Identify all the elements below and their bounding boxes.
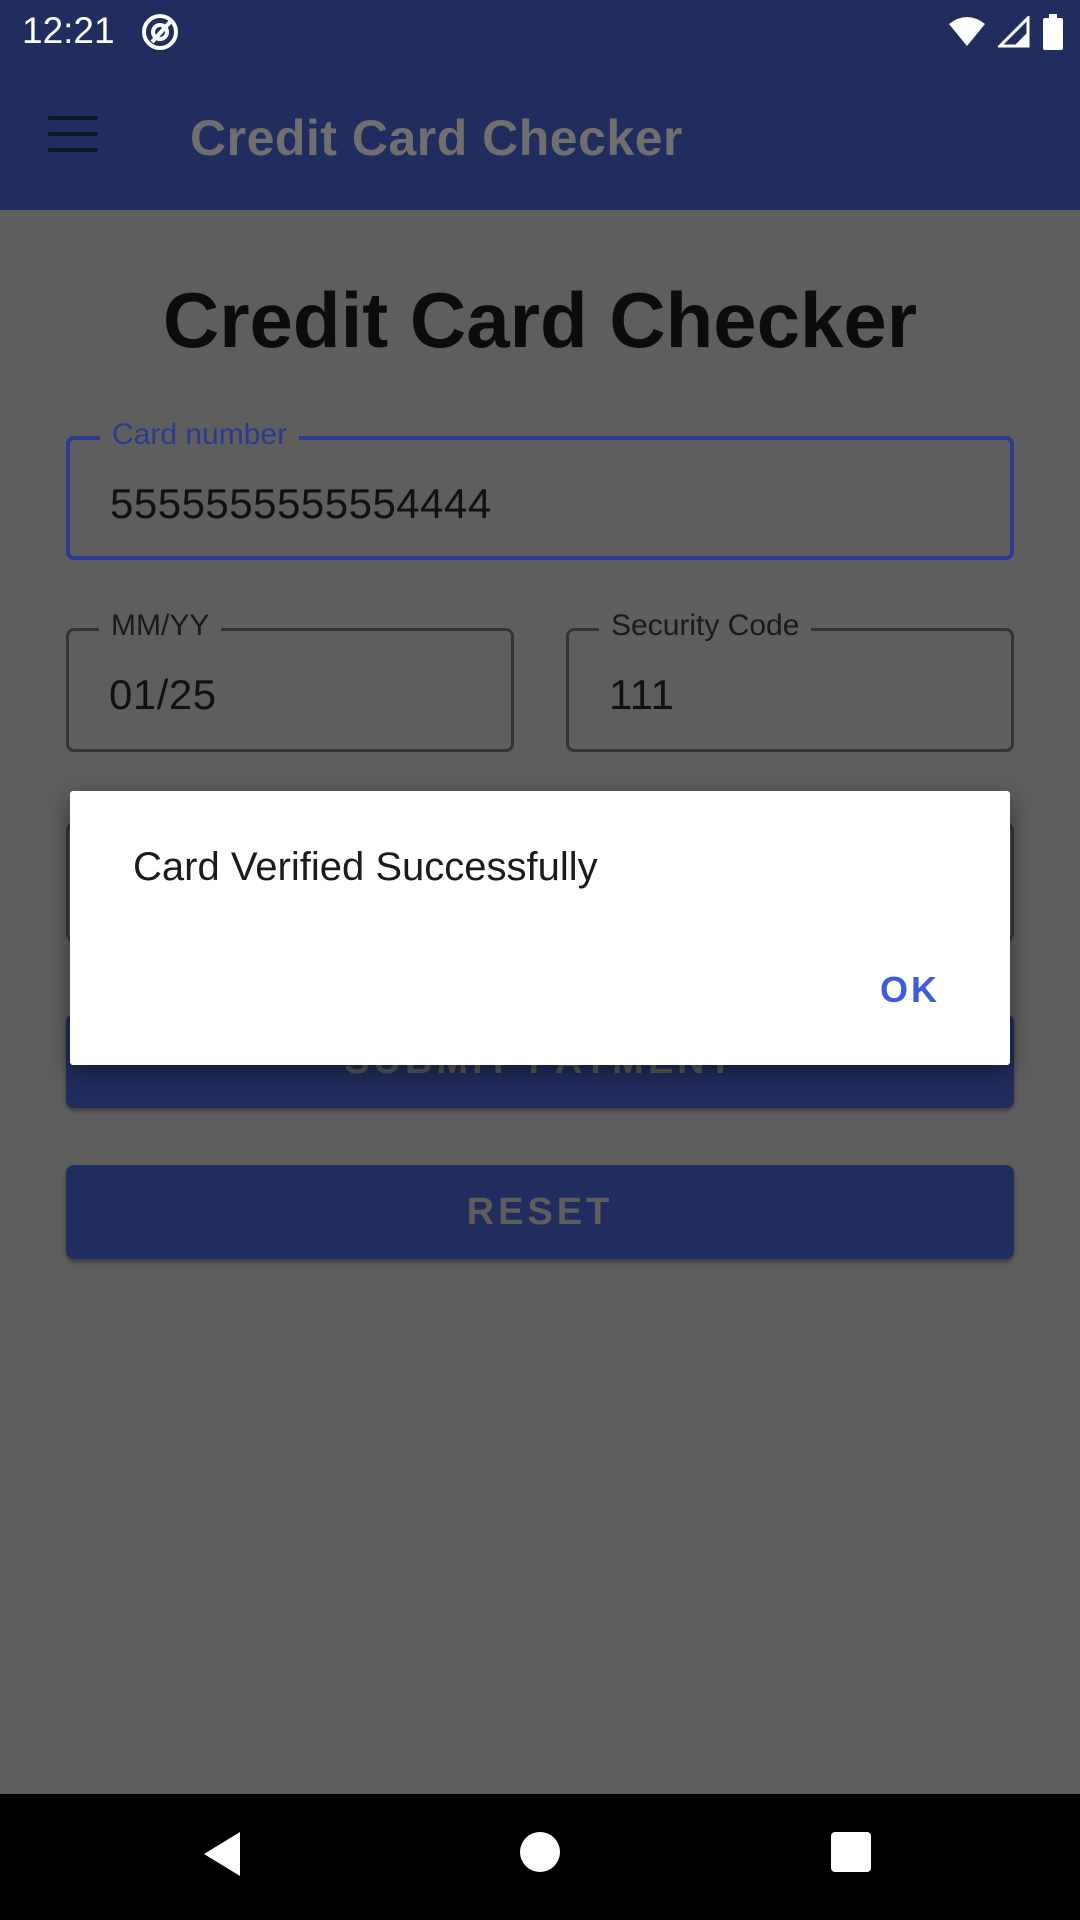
security-code-value: 111 <box>609 671 675 718</box>
status-icons <box>948 12 1064 52</box>
dialog-ok-button[interactable]: OK <box>880 969 940 1011</box>
verification-dialog: Card Verified Successfully OK <box>70 791 1010 1065</box>
security-code-label: Security Code <box>599 609 812 643</box>
battery-icon <box>1043 14 1063 50</box>
reset-button[interactable]: RESET <box>66 1165 1014 1259</box>
security-code-field[interactable]: Security Code 111 <box>566 609 1014 752</box>
page-title: Credit Card Checker <box>162 276 918 364</box>
expiry-field[interactable]: MM/YY 01/25 <box>66 609 514 752</box>
expiry-label: MM/YY <box>99 609 222 643</box>
wifi-icon <box>949 17 985 46</box>
cell-signal-icon <box>998 16 1030 48</box>
card-number-value: 5555555555554444 <box>110 480 492 527</box>
status-time: 12:21 <box>22 10 115 51</box>
hamburger-menu-icon[interactable] <box>48 116 98 156</box>
card-number-field[interactable]: Card number 5555555555554444 <box>66 418 1014 560</box>
at-sign-icon <box>142 14 178 50</box>
dialog-message: Card Verified Successfully <box>133 845 598 889</box>
navigation-bar <box>0 1794 1080 1920</box>
card-number-label: Card number <box>100 418 300 452</box>
app-bar-title: Credit Card Checker <box>190 110 683 166</box>
app-bar: Credit Card Checker <box>0 63 1080 210</box>
expiry-value: 01/25 <box>109 671 217 718</box>
back-icon[interactable] <box>200 1830 244 1878</box>
home-icon[interactable] <box>520 1832 560 1872</box>
recent-apps-icon[interactable] <box>831 1832 871 1872</box>
status-bar: 12:21 <box>0 0 1080 63</box>
screen: 12:21 Credit Card Checker Credit Card Ch… <box>0 0 1080 1920</box>
